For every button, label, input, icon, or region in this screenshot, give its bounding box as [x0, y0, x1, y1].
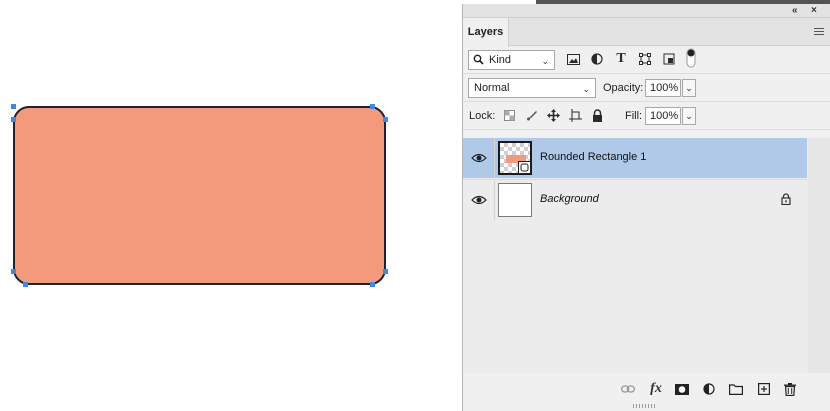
blend-mode-select[interactable]: Normal ⌄: [468, 78, 596, 98]
opacity-label: Opacity:: [603, 82, 644, 94]
layer-thumbnail[interactable]: [498, 141, 532, 175]
layers-list[interactable]: Rounded Rectangle 1 Background: [463, 138, 830, 373]
handle-bottom-right[interactable]: [370, 282, 375, 287]
panel-tab-row: Layers: [463, 18, 830, 47]
panel-title-bar[interactable]: « ×: [463, 4, 830, 18]
blend-mode-value: Normal: [474, 82, 510, 94]
handle-right-bottom[interactable]: [383, 269, 388, 274]
new-layer-icon[interactable]: [756, 381, 772, 397]
lock-transparent-icon[interactable]: [500, 106, 518, 124]
tab-layers[interactable]: Layers: [463, 18, 509, 47]
kind-filter-select[interactable]: Kind ⌄: [468, 50, 555, 70]
layers-panel: « × Layers Kind ⌄ T Normal ⌄ Opacity: 10…: [462, 4, 830, 411]
lock-image-icon[interactable]: [523, 106, 541, 124]
lock-row: Lock: Fill: 100% ⌄: [463, 102, 830, 130]
layer-row-rounded-rectangle[interactable]: Rounded Rectangle 1: [463, 138, 807, 178]
layer-name[interactable]: Background: [540, 193, 599, 205]
adjustment-layer-icon[interactable]: [701, 381, 717, 397]
lock-artboard-icon[interactable]: [566, 106, 584, 124]
layer-row-background[interactable]: Background: [463, 179, 807, 220]
lock-label: Lock:: [469, 110, 496, 122]
fill-label: Fill:: [625, 110, 643, 122]
layers-bottom-toolbar: fx: [463, 376, 830, 402]
handle-top-right[interactable]: [370, 104, 375, 109]
shape-layer-badge-icon: [518, 161, 531, 174]
lock-icon[interactable]: [781, 193, 791, 205]
fill-input[interactable]: 100%: [645, 107, 681, 125]
search-icon: [473, 54, 484, 65]
adjustment-filter-icon[interactable]: [588, 50, 606, 68]
fx-icon[interactable]: fx: [648, 381, 664, 397]
rounded-rectangle-shape[interactable]: [13, 106, 386, 285]
chevron-down-icon: ⌄: [582, 84, 590, 94]
handle-left-top[interactable]: [11, 117, 16, 122]
eye-icon[interactable]: [471, 193, 487, 207]
filter-toggle-icon[interactable]: [682, 48, 700, 68]
layer-name[interactable]: Rounded Rectangle 1: [540, 151, 646, 163]
new-group-icon[interactable]: [728, 381, 744, 397]
opacity-input[interactable]: 100%: [645, 79, 681, 97]
layers-scrollbar[interactable]: [808, 138, 830, 373]
add-mask-icon[interactable]: [674, 381, 690, 397]
lock-position-icon[interactable]: [544, 106, 562, 124]
collapse-icon[interactable]: «: [792, 4, 798, 18]
blend-row: Normal ⌄ Opacity: 100% ⌄: [463, 74, 830, 102]
opacity-dropdown-icon[interactable]: ⌄: [682, 79, 696, 97]
delete-icon[interactable]: [782, 381, 798, 397]
handle-bottom-left[interactable]: [23, 282, 28, 287]
eye-icon[interactable]: [471, 151, 487, 165]
handle-top-left[interactable]: [11, 104, 16, 109]
panel-resize-grip[interactable]: [633, 404, 655, 408]
eye-separator: [494, 180, 495, 220]
kind-filter-label: Kind: [489, 54, 512, 66]
shape-filter-icon[interactable]: [636, 50, 654, 68]
chevron-down-icon: ⌄: [541, 56, 549, 66]
lock-all-icon[interactable]: [588, 106, 606, 124]
image-filter-icon[interactable]: [564, 50, 582, 68]
document-canvas[interactable]: [0, 0, 462, 411]
layer-thumbnail[interactable]: [498, 183, 532, 217]
fill-dropdown-icon[interactable]: ⌄: [682, 107, 696, 125]
hamburger-icon[interactable]: [814, 28, 824, 37]
link-layers-icon[interactable]: [620, 381, 636, 397]
handle-right-top[interactable]: [383, 117, 388, 122]
eye-separator: [494, 138, 495, 178]
close-icon[interactable]: ×: [811, 4, 817, 18]
handle-left-bottom[interactable]: [11, 269, 16, 274]
filter-row: Kind ⌄ T: [463, 46, 830, 74]
smart-object-filter-icon[interactable]: [660, 50, 678, 68]
type-filter-icon[interactable]: T: [612, 50, 630, 68]
